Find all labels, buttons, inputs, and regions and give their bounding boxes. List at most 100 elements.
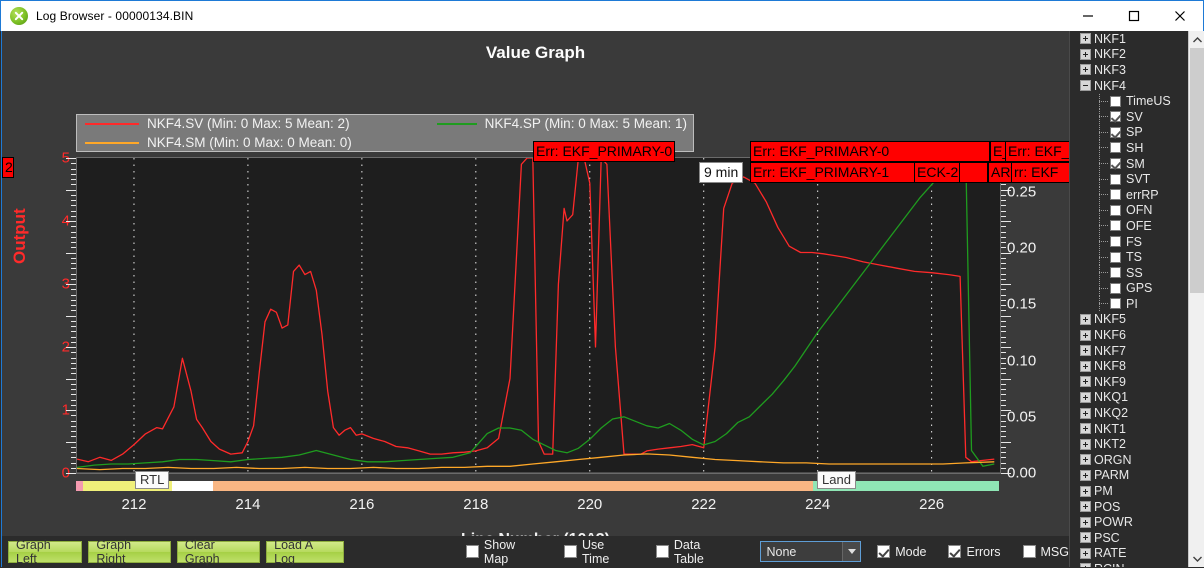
- tree-node-nkf6[interactable]: NKF6: [1070, 327, 1188, 343]
- tree-node-errrp[interactable]: errRP: [1070, 187, 1188, 203]
- checkbox-label: Show Map: [484, 538, 542, 566]
- tree-node-nkf2[interactable]: NKF2: [1070, 47, 1188, 63]
- tree-checkbox-icon[interactable]: [1110, 142, 1121, 153]
- maximize-icon[interactable]: [1111, 1, 1157, 32]
- tree-node-nkf3[interactable]: NKF3: [1070, 62, 1188, 78]
- expand-plus-icon[interactable]: [1080, 532, 1091, 543]
- tree-node-rate[interactable]: RATE: [1070, 546, 1188, 562]
- tree-node-nkf1[interactable]: NKF1: [1070, 31, 1188, 47]
- expand-plus-icon[interactable]: [1080, 470, 1091, 481]
- tree-node-powr[interactable]: POWR: [1070, 514, 1188, 530]
- tree-node-psc[interactable]: PSC: [1070, 530, 1188, 546]
- expand-plus-icon[interactable]: [1080, 314, 1091, 325]
- tree-node-sh[interactable]: SH: [1070, 140, 1188, 156]
- expand-plus-icon[interactable]: [1080, 361, 1091, 372]
- data-table-checkbox[interactable]: Data Table: [656, 538, 733, 566]
- expand-plus-icon[interactable]: [1080, 330, 1091, 341]
- tree-checkbox-icon[interactable]: [1110, 252, 1121, 263]
- tree-node-nkt1[interactable]: NKT1: [1070, 421, 1188, 437]
- tree-checkbox-icon[interactable]: [1110, 205, 1121, 216]
- tree-node-ts[interactable]: TS: [1070, 249, 1188, 265]
- tree-node-ofe[interactable]: OFE: [1070, 218, 1188, 234]
- tree-checkbox-icon[interactable]: [1110, 174, 1121, 185]
- graph-title: Value Graph: [2, 43, 1069, 63]
- show-map-checkbox[interactable]: Show Map: [466, 538, 542, 566]
- tree-checkbox-icon[interactable]: [1110, 220, 1121, 231]
- expand-plus-icon[interactable]: [1080, 439, 1091, 450]
- expand-plus-icon[interactable]: [1080, 408, 1091, 419]
- tree-node-nkf9[interactable]: NKF9: [1070, 374, 1188, 390]
- graph-source-dropdown[interactable]: None: [760, 541, 861, 562]
- collapse-minus-icon[interactable]: [1080, 80, 1091, 91]
- tree-node-nkf5[interactable]: NKF5: [1070, 312, 1188, 328]
- tree-checkbox-icon[interactable]: [1110, 298, 1121, 309]
- tree-node-label: POS: [1094, 500, 1120, 514]
- tree-node-timeus[interactable]: TimeUS: [1070, 93, 1188, 109]
- expand-plus-icon[interactable]: [1080, 376, 1091, 387]
- tree-checkbox-icon[interactable]: [1110, 96, 1121, 107]
- tree-checkbox-icon[interactable]: [1110, 158, 1121, 169]
- expand-plus-icon[interactable]: [1080, 517, 1091, 528]
- checkbox-label: Use Time: [582, 538, 634, 566]
- minimize-icon[interactable]: [1065, 1, 1111, 32]
- tree-node-nkq1[interactable]: NKQ1: [1070, 390, 1188, 406]
- tree-node-sm[interactable]: SM: [1070, 156, 1188, 172]
- tree-node-ofn[interactable]: OFN: [1070, 203, 1188, 219]
- tree-checkbox-icon[interactable]: [1110, 236, 1121, 247]
- tree-node-orgn[interactable]: ORGN: [1070, 452, 1188, 468]
- tree-node-nkf4[interactable]: NKF4: [1070, 78, 1188, 94]
- tree-node-pos[interactable]: POS: [1070, 499, 1188, 515]
- scrollbar-thumb[interactable]: [1190, 48, 1204, 293]
- mode-checkbox[interactable]: Mode: [877, 545, 926, 559]
- expand-plus-icon[interactable]: [1080, 345, 1091, 356]
- tree-checkbox-icon[interactable]: [1110, 111, 1121, 122]
- load-a-log-button[interactable]: Load A Log: [266, 541, 344, 563]
- field-tree[interactable]: NKF1NKF2NKF3NKF4TimeUSSVSPSHSMSVTerrRPOF…: [1070, 31, 1188, 567]
- legend-label: NKF4.SV (Min: 0 Max: 5 Mean: 2): [147, 116, 350, 131]
- close-icon[interactable]: [1157, 1, 1203, 32]
- tree-node-parm[interactable]: PARM: [1070, 468, 1188, 484]
- tree-node-nkt2[interactable]: NKT2: [1070, 436, 1188, 452]
- tree-node-ss[interactable]: SS: [1070, 265, 1188, 281]
- expand-plus-icon[interactable]: [1080, 454, 1091, 465]
- tree-node-nkf7[interactable]: NKF7: [1070, 343, 1188, 359]
- series-nkf4-sm: [77, 454, 994, 470]
- tree-scrollbar[interactable]: [1188, 31, 1204, 567]
- tree-node-gps[interactable]: GPS: [1070, 281, 1188, 297]
- tree-node-sp[interactable]: SP: [1070, 125, 1188, 141]
- tree-connector-icon: [1096, 156, 1110, 171]
- use-time-checkbox[interactable]: Use Time: [564, 538, 634, 566]
- tree-checkbox-icon[interactable]: [1110, 189, 1121, 200]
- graph-right-button[interactable]: Graph Right: [88, 541, 171, 563]
- expand-plus-icon[interactable]: [1080, 392, 1091, 403]
- tree-node-pi[interactable]: PI: [1070, 296, 1188, 312]
- chevron-down-icon[interactable]: [842, 542, 860, 561]
- expand-plus-icon[interactable]: [1080, 486, 1091, 497]
- tree-node-nkf8[interactable]: NKF8: [1070, 358, 1188, 374]
- expand-plus-icon[interactable]: [1080, 64, 1091, 75]
- graph-left-button[interactable]: Graph Left: [8, 541, 82, 563]
- expand-plus-icon[interactable]: [1080, 49, 1091, 60]
- expand-plus-icon[interactable]: [1080, 563, 1091, 567]
- tree-node-nkq2[interactable]: NKQ2: [1070, 405, 1188, 421]
- scroll-up-icon[interactable]: [1189, 31, 1204, 48]
- plot-area[interactable]: [76, 157, 1001, 474]
- tree-node-fs[interactable]: FS: [1070, 234, 1188, 250]
- x-axis-tick-label: 214: [235, 496, 260, 513]
- tree-node-sv[interactable]: SV: [1070, 109, 1188, 125]
- errors-checkbox[interactable]: Errors: [948, 545, 1000, 559]
- tree-checkbox-icon[interactable]: [1110, 127, 1121, 138]
- tree-checkbox-icon[interactable]: [1110, 267, 1121, 278]
- msg-checkbox[interactable]: MSG: [1023, 545, 1069, 559]
- tree-node-rcin[interactable]: RCIN: [1070, 561, 1188, 567]
- tree-node-label: SV: [1126, 110, 1143, 124]
- tree-node-pm[interactable]: PM: [1070, 483, 1188, 499]
- tree-node-svt[interactable]: SVT: [1070, 171, 1188, 187]
- scroll-down-icon[interactable]: [1189, 550, 1204, 567]
- tree-checkbox-icon[interactable]: [1110, 283, 1121, 294]
- clear-graph-button[interactable]: Clear Graph: [177, 541, 260, 563]
- expand-plus-icon[interactable]: [1080, 423, 1091, 434]
- expand-plus-icon[interactable]: [1080, 33, 1091, 44]
- expand-plus-icon[interactable]: [1080, 548, 1091, 559]
- expand-plus-icon[interactable]: [1080, 501, 1091, 512]
